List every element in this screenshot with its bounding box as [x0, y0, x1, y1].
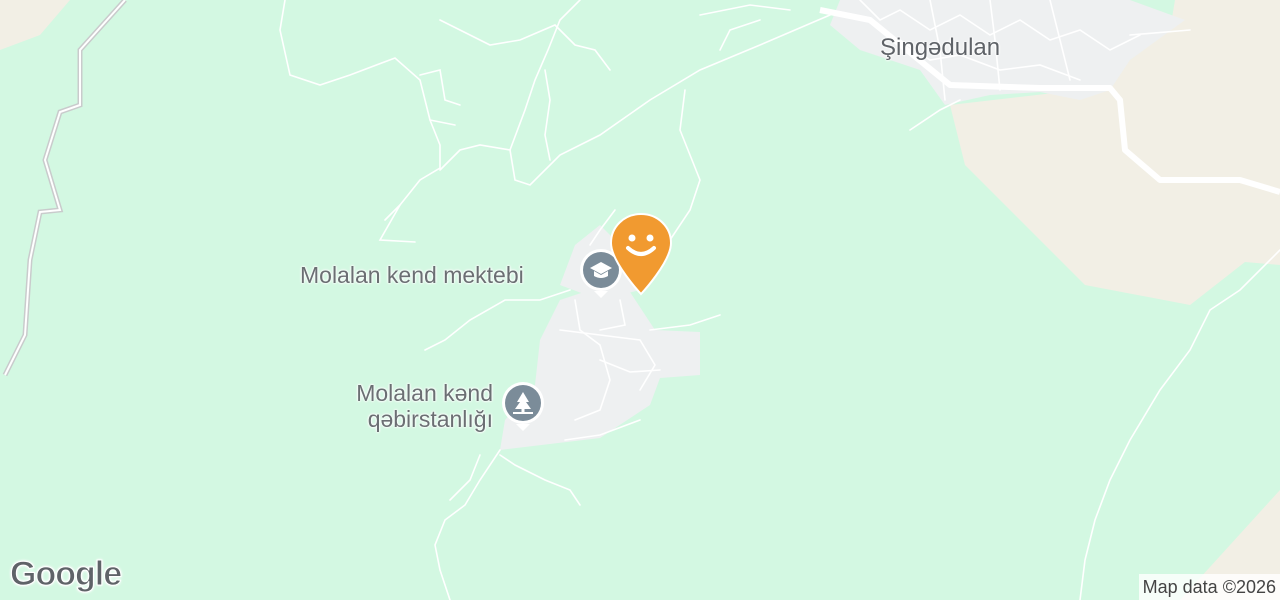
cemetery-label-line2: qəbirstanlığı — [367, 406, 493, 432]
map-canvas[interactable]: Şingədulan Molalan kend mektebi Molalan … — [0, 0, 1280, 600]
cemetery-label-line1: Molalan kənd — [356, 380, 493, 406]
map-attribution[interactable]: Map data ©2026 — [1138, 574, 1280, 600]
google-logo[interactable]: Google — [9, 555, 122, 594]
cemetery-poi-pin[interactable] — [500, 380, 546, 432]
town-label[interactable]: Şingədulan — [880, 35, 1000, 61]
school-poi-label[interactable]: Molalan kend mektebi — [300, 262, 524, 288]
map-base-layer — [0, 0, 1280, 600]
location-marker[interactable] — [608, 212, 674, 296]
cemetery-poi-label[interactable]: Molalan kənd qəbirstanlığı — [318, 380, 493, 432]
